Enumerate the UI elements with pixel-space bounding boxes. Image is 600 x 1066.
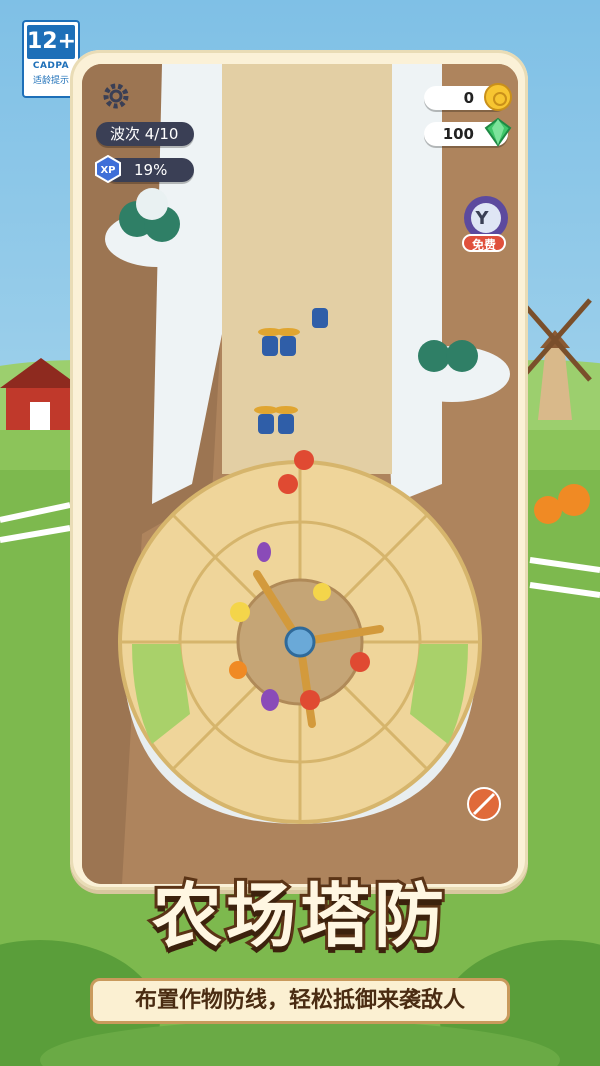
age-rating-number: 12+ (27, 25, 76, 59)
coin-amount: 0 (463, 89, 474, 107)
free-label[interactable]: 免费 (462, 234, 506, 252)
coin-counter: 0 (424, 83, 512, 111)
game-title: 农场塔防 (149, 872, 448, 960)
wave-counter: 波次 4/10 (96, 122, 194, 146)
gem-counter: 100 (424, 117, 512, 147)
game-map (82, 64, 518, 884)
age-rating-org: CADPA (32, 61, 70, 71)
no-ads-icon[interactable] (466, 786, 502, 822)
svg-text:Y: Y (474, 208, 489, 229)
xp-icon: XP (95, 155, 121, 183)
svg-text:XP: XP (100, 165, 115, 176)
game-screen (82, 64, 518, 884)
xp-percent: 19% (134, 161, 168, 179)
wave-text: 波次 4/10 (110, 125, 179, 143)
game-subtitle: 布置作物防线，轻松抵御来袭敌人 (90, 978, 510, 1024)
gem-icon (484, 117, 512, 147)
gear-icon[interactable] (100, 80, 132, 112)
coin-icon (484, 83, 512, 111)
enemy-path (222, 64, 392, 474)
gem-amount: 100 (442, 125, 474, 143)
